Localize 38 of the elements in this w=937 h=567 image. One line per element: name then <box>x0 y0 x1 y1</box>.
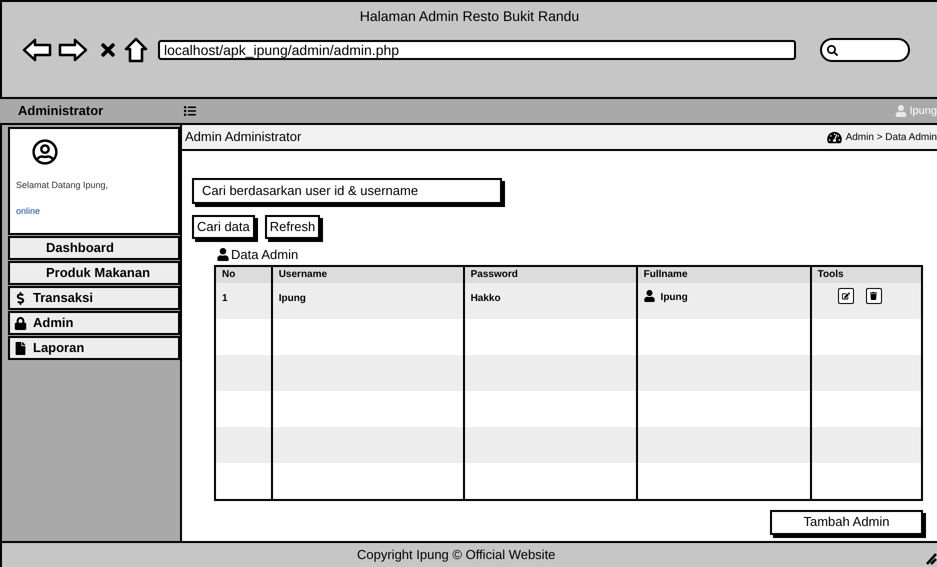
forward-arrow-icon[interactable] <box>58 38 88 62</box>
document-icon <box>14 342 27 354</box>
search-icon <box>827 44 838 56</box>
delete-button[interactable] <box>866 288 882 304</box>
table-cell-text: Ipung <box>660 290 688 304</box>
trash-icon <box>870 292 878 300</box>
refresh-button[interactable]: Refresh <box>264 215 320 239</box>
sidebar-menu-item[interactable]: Admin <box>8 311 180 335</box>
sidebar-menu-item[interactable]: Produk Makanan <box>8 261 180 285</box>
close-icon[interactable] <box>98 40 118 60</box>
user-icon <box>895 105 908 117</box>
window-title: Halaman Admin Resto Bukit Randu <box>358 7 580 26</box>
user-icon <box>217 248 229 262</box>
search-field[interactable] <box>820 38 910 62</box>
sidebar-menu-item[interactable]: Laporan <box>8 336 180 360</box>
dollar-icon <box>14 292 27 304</box>
footer-text: Copyright Ipung © Official Website <box>357 546 556 564</box>
sidebar-menu-item[interactable]: Dashboard <box>8 236 180 260</box>
dashboard-icon <box>826 130 842 144</box>
home-icon[interactable] <box>124 37 148 63</box>
menu-icon[interactable] <box>183 105 197 117</box>
search-button[interactable]: Cari data <box>192 215 255 239</box>
user-icon <box>644 290 655 302</box>
edit-icon <box>842 292 850 300</box>
greeting-text: Selamat Datang Ipung, <box>16 179 110 192</box>
brand-title: Administrator <box>17 102 104 120</box>
edit-button[interactable] <box>838 288 854 304</box>
search-input[interactable]: Cari berdasarkan user id & username <box>192 178 502 204</box>
table-title: Data Admin <box>231 246 298 264</box>
page-title: Admin Administrator <box>185 128 302 146</box>
column-header: Tools <box>816 268 845 282</box>
avatar-icon <box>32 139 58 165</box>
breadcrumb: Admin > Data Admin <box>846 130 937 144</box>
sidebar-menu-item[interactable]: Transaksi <box>8 286 180 310</box>
online-status: online <box>16 204 42 218</box>
lock-icon <box>14 316 27 330</box>
back-arrow-icon[interactable] <box>22 38 52 62</box>
url-field[interactable]: localhost/apk_ipung/admin/admin.php <box>158 40 796 60</box>
